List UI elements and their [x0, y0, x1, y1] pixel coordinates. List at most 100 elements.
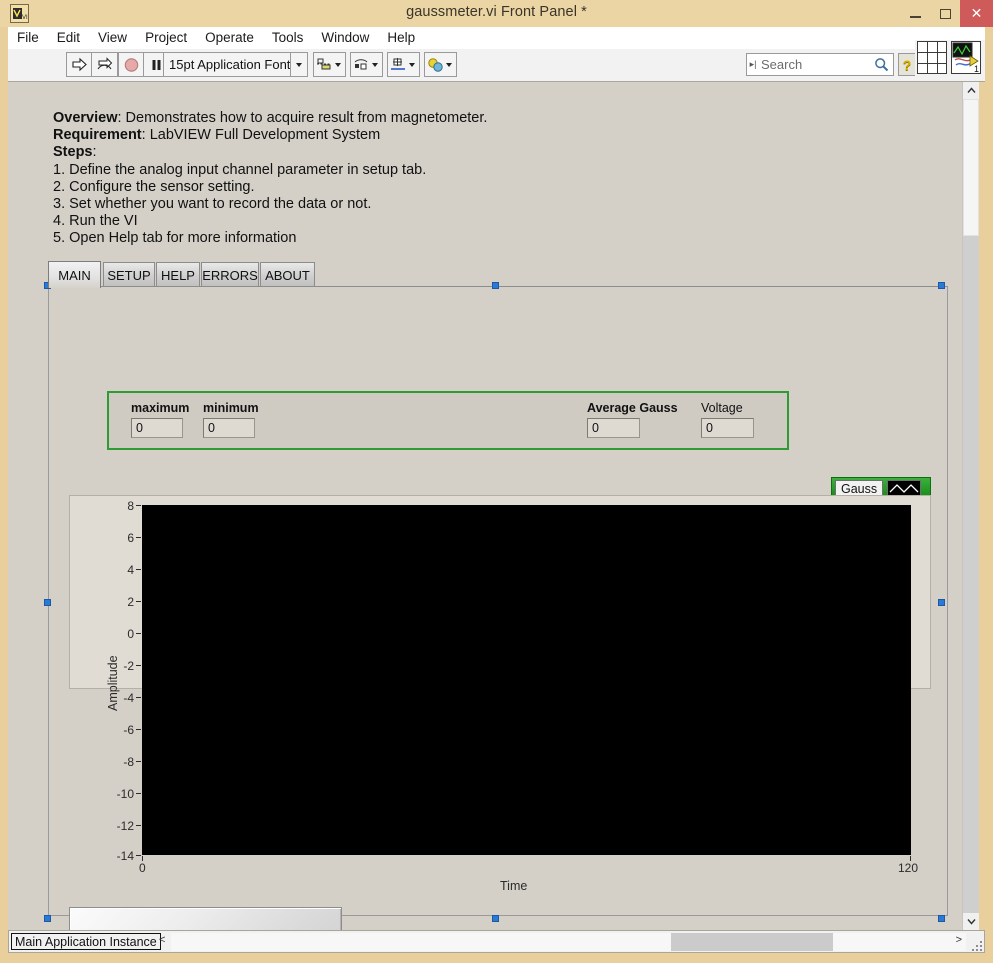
overview-step-5: 5. Open Help tab for more information — [53, 230, 297, 247]
chart-plot-area[interactable] — [142, 505, 911, 855]
front-panel: Overview: Demonstrates how to acquire re… — [8, 82, 970, 930]
reorder-objects-button[interactable] — [424, 52, 457, 77]
control-maximum-label: maximum — [131, 401, 190, 415]
chevron-down-icon[interactable] — [290, 53, 307, 76]
chart-y-tick-m4: -4 — [123, 691, 134, 705]
minimize-button[interactable] — [900, 0, 930, 27]
font-selector[interactable]: 15pt Application Font — [163, 52, 308, 77]
menu-item-file[interactable]: File — [8, 27, 48, 47]
overview-line-1: Overview: Demonstrates how to acquire re… — [53, 110, 673, 127]
selection-handle-bottom-left[interactable] — [44, 915, 51, 922]
waveform-chart[interactable]: Amplitude 8 6 4 2 0 -2 -4 -6 -8 -10 -12 … — [69, 495, 931, 893]
chart-y-tick-m6: -6 — [123, 723, 134, 737]
align-objects-button[interactable] — [313, 52, 346, 77]
horizontal-scroll-fill[interactable] — [671, 933, 833, 951]
application-instance-label[interactable]: Main Application Instance — [11, 933, 161, 950]
chart-y-tick-6: 6 — [127, 531, 134, 545]
vertical-scroll-track[interactable] — [963, 236, 979, 913]
tab-help[interactable]: HELP — [156, 262, 200, 287]
resize-grip-icon[interactable] — [971, 940, 982, 951]
scroll-left-icon[interactable]: < — [159, 934, 165, 946]
control-maximum: maximum 0 — [131, 401, 189, 438]
resize-objects-button[interactable] — [387, 52, 420, 77]
status-bar: Main Application Instance < > — [8, 930, 985, 953]
search-placeholder: Search — [761, 57, 803, 72]
horizontal-scroll-thumb[interactable] — [171, 933, 291, 951]
chart-y-tick-m2: -2 — [123, 659, 134, 673]
selection-handle-middle-right[interactable] — [938, 599, 945, 606]
chart-y-tick-m12: -12 — [116, 819, 134, 833]
chart-y-tick-0: 0 — [127, 627, 134, 641]
stop-button[interactable]: STOP — [69, 907, 342, 930]
menu-item-project[interactable]: Project — [136, 27, 196, 47]
maximize-button[interactable] — [930, 0, 960, 27]
abort-execution-icon[interactable] — [119, 53, 144, 76]
chart-x-tick-120: 120 — [898, 861, 919, 875]
menu-item-help[interactable]: Help — [378, 27, 424, 47]
overview-label-steps: Steps — [53, 144, 93, 161]
context-help-button[interactable]: ? — [898, 53, 916, 76]
chart-y-tick-8: 8 — [127, 499, 134, 513]
run-button-group — [66, 52, 118, 77]
selection-handle-bottom-right[interactable] — [938, 915, 945, 922]
vertical-scroll-thumb[interactable] — [963, 99, 979, 236]
window-title: gaussmeter.vi Front Panel * — [406, 4, 587, 20]
vi-snippet-icon[interactable]: 1 — [951, 41, 981, 74]
distribute-objects-button[interactable] — [350, 52, 383, 77]
tab-errors[interactable]: ERRORS — [201, 262, 259, 287]
toolbar: 15pt Application Font ▸| Search ? — [8, 49, 985, 82]
overview-step-4: 4. Run the VI — [53, 213, 138, 230]
window-grid-icon[interactable] — [917, 41, 947, 74]
selection-handle-middle-left[interactable] — [44, 599, 51, 606]
run-arrow-icon[interactable] — [67, 53, 92, 76]
magnifier-icon[interactable] — [869, 57, 893, 72]
control-voltage-label: Voltage — [701, 401, 743, 415]
close-button[interactable]: ✕ — [960, 0, 993, 27]
chart-y-tick-4: 4 — [127, 563, 134, 577]
scroll-down-icon[interactable] — [963, 913, 979, 930]
control-voltage-value[interactable]: 0 — [701, 418, 754, 438]
run-continuously-icon[interactable] — [92, 53, 117, 76]
tab-main[interactable]: MAIN — [48, 261, 101, 288]
chart-frame: Amplitude 8 6 4 2 0 -2 -4 -6 -8 -10 -12 … — [69, 495, 931, 893]
overview-text-steps: : — [92, 144, 97, 161]
chart-x-tick-0: 0 — [139, 861, 146, 875]
chart-y-tick-m8: -8 — [123, 755, 134, 769]
overview-step-2: 2. Configure the sensor setting. — [53, 178, 255, 195]
overview-label-overview: Overview — [53, 110, 118, 126]
scroll-right-icon[interactable]: > — [956, 934, 962, 946]
menu-item-operate[interactable]: Operate — [196, 27, 263, 47]
tab-setup[interactable]: SETUP — [103, 262, 155, 287]
title-bar: VI gaussmeter.vi Front Panel * ✕ — [0, 0, 993, 27]
control-maximum-value[interactable]: 0 — [131, 418, 183, 438]
selection-handle-top-center[interactable] — [492, 282, 499, 289]
control-average-gauss-value[interactable]: 0 — [587, 418, 640, 438]
search-scope-icon[interactable]: ▸| — [747, 59, 759, 70]
menu-item-edit[interactable]: Edit — [48, 27, 89, 47]
tab-content-main: maximum 0 minimum 0 Average Gauss 0 Volt… — [48, 286, 948, 930]
menu-item-window[interactable]: Window — [312, 27, 378, 47]
overview-step-3: 3. Set whether you want to record the da… — [53, 196, 372, 213]
overview-line-3: Steps: — [53, 144, 673, 161]
menu-bar: File Edit View Project Operate Tools Win… — [8, 27, 985, 50]
scroll-up-icon[interactable] — [963, 82, 979, 99]
control-minimum: minimum 0 — [203, 401, 259, 438]
overview-step-1: 1. Define the analog input channel param… — [53, 161, 427, 178]
search-input[interactable]: ▸| Search — [746, 53, 894, 76]
overview-label-requirement: Requirement — [53, 127, 142, 144]
overview-line-2: Requirement: LabVIEW Full Development Sy… — [53, 127, 673, 144]
control-minimum-label: minimum — [203, 401, 259, 415]
control-minimum-value[interactable]: 0 — [203, 418, 255, 438]
overview-text: Overview: Demonstrates how to acquire re… — [53, 110, 673, 248]
selection-handle-bottom-center[interactable] — [492, 915, 499, 922]
chart-y-tick-m14: -14 — [116, 849, 134, 863]
overview-text-requirement: : LabVIEW Full Development System — [141, 127, 381, 144]
tab-about[interactable]: ABOUT — [260, 262, 315, 287]
selection-handle-top-right[interactable] — [938, 282, 945, 289]
chart-x-axis-title: Time — [500, 879, 528, 893]
chart-y-tick-m10: -10 — [116, 787, 134, 801]
readout-cluster: maximum 0 minimum 0 Average Gauss 0 Volt… — [107, 391, 789, 450]
menu-item-tools[interactable]: Tools — [263, 27, 313, 47]
menu-item-view[interactable]: View — [89, 27, 136, 47]
panel-vertical-scrollbar[interactable] — [962, 82, 979, 930]
